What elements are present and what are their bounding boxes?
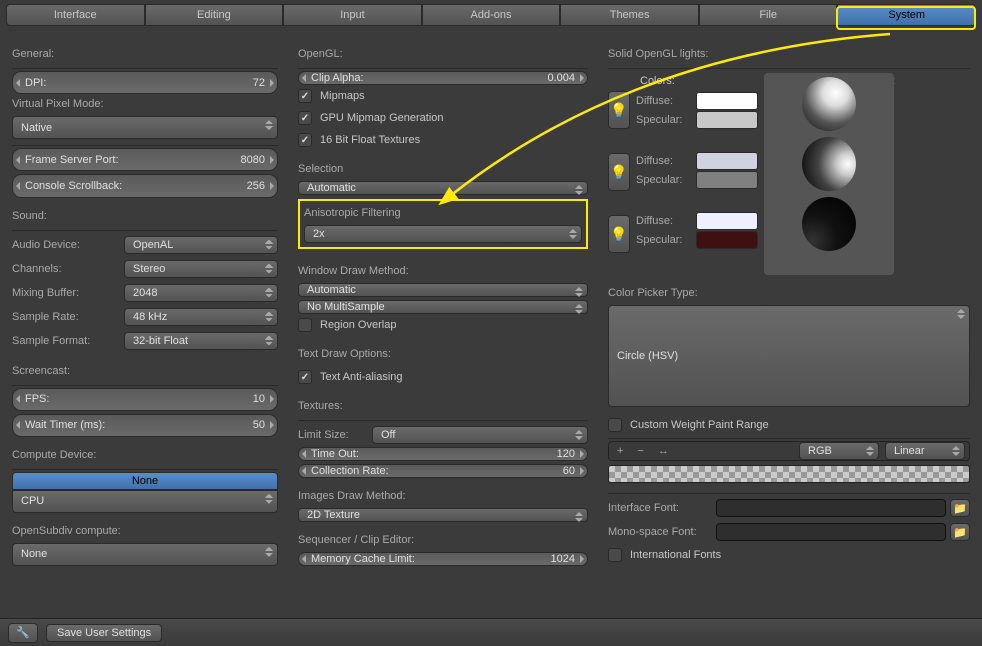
channels-dropdown[interactable]: Stereo xyxy=(124,260,278,278)
tab-input[interactable]: Input xyxy=(283,4,422,26)
direction-panel xyxy=(764,73,894,275)
tab-interface[interactable]: Interface xyxy=(6,4,145,26)
compute-none-button[interactable]: None xyxy=(12,472,278,490)
light3-specular-swatch[interactable] xyxy=(696,231,758,249)
tab-editing[interactable]: Editing xyxy=(145,4,284,26)
monospace-font-browse[interactable]: 📁 xyxy=(950,523,970,541)
international-fonts-checkbox[interactable] xyxy=(608,548,622,562)
opensubdiv-label: OpenSubdiv compute: xyxy=(12,523,278,539)
window-draw-method-dropdown[interactable]: Automatic xyxy=(298,283,588,297)
tab-file[interactable]: File xyxy=(699,4,838,26)
images-draw-method-dropdown[interactable]: 2D Texture xyxy=(298,508,588,522)
vpm-label: Virtual Pixel Mode: xyxy=(12,96,278,112)
gpu-mipmap-checkbox[interactable] xyxy=(298,111,312,125)
anisotropic-label: Anisotropic Filtering xyxy=(304,205,582,221)
text-aa-checkbox[interactable] xyxy=(298,370,312,384)
timeout-field[interactable]: Time Out:120 xyxy=(298,447,588,461)
color-picker-type-dropdown[interactable]: Circle (HSV) xyxy=(608,305,970,407)
light1-direction-sphere[interactable] xyxy=(802,77,856,131)
bulb-icon: 💡 xyxy=(610,164,627,181)
add-stop-icon[interactable]: + xyxy=(613,445,627,457)
flip-icon[interactable]: ↔ xyxy=(654,445,673,457)
limit-size-dropdown[interactable]: Off xyxy=(372,426,588,444)
images-draw-method-label: Images Draw Method: xyxy=(298,488,588,504)
interface-font-browse[interactable]: 📁 xyxy=(950,499,970,517)
bulb-icon: 💡 xyxy=(610,102,627,119)
textures-label: Textures: xyxy=(298,398,588,414)
selection-dropdown[interactable]: Automatic xyxy=(298,181,588,195)
clip-alpha-field[interactable]: Clip Alpha:0.004 xyxy=(298,71,588,85)
selection-label: Selection xyxy=(298,161,588,177)
float16-checkbox[interactable] xyxy=(298,133,312,147)
light-2-toggle[interactable]: 💡 xyxy=(608,153,630,191)
frame-server-port-field[interactable]: Frame Server Port:8080 xyxy=(12,148,278,171)
light3-diffuse-swatch[interactable] xyxy=(696,212,758,230)
color-mode-dropdown[interactable]: RGB xyxy=(799,442,879,460)
light2-direction-sphere[interactable] xyxy=(802,137,856,191)
general-label: General: xyxy=(12,46,278,62)
highlight-anisotropic: Anisotropic Filtering 2x xyxy=(298,199,588,249)
light-3-toggle[interactable]: 💡 xyxy=(608,215,630,253)
tab-addons[interactable]: Add-ons xyxy=(422,4,561,26)
light-1-toggle[interactable]: 💡 xyxy=(608,91,630,129)
wait-timer-field[interactable]: Wait Timer (ms):50 xyxy=(12,414,278,437)
solid-opengl-lights-label: Solid OpenGL lights: xyxy=(608,46,970,62)
tab-themes[interactable]: Themes xyxy=(560,4,699,26)
screencast-label: Screencast: xyxy=(12,363,278,379)
folder-icon: 📁 xyxy=(953,526,967,539)
interface-font-field[interactable] xyxy=(716,499,946,517)
text-draw-options-label: Text Draw Options: xyxy=(298,346,588,362)
audio-device-dropdown[interactable]: OpenAL xyxy=(124,236,278,254)
mipmaps-checkbox[interactable] xyxy=(298,89,312,103)
console-scrollback-field[interactable]: Console Scrollback:256 xyxy=(12,174,278,197)
bulb-icon: 💡 xyxy=(610,226,627,243)
compute-device-label: Compute Device: xyxy=(12,447,278,463)
color-picker-type-label: Color Picker Type: xyxy=(608,285,970,301)
opensubdiv-dropdown[interactable]: None xyxy=(12,543,278,566)
monospace-font-field[interactable] xyxy=(716,523,946,541)
gradient-toolbar[interactable]: + − ↔ RGB Linear xyxy=(608,441,970,461)
region-overlap-checkbox[interactable] xyxy=(298,318,312,332)
sample-format-dropdown[interactable]: 32-bit Float xyxy=(124,332,278,350)
tab-system[interactable]: System xyxy=(837,4,976,26)
fps-field[interactable]: FPS:10 xyxy=(12,388,278,411)
vpm-dropdown[interactable]: Native xyxy=(12,116,278,139)
interpolation-dropdown[interactable]: Linear xyxy=(885,442,965,460)
save-user-settings-button[interactable]: Save User Settings xyxy=(46,624,162,642)
custom-weight-paint-checkbox[interactable] xyxy=(608,418,622,432)
sequencer-label: Sequencer / Clip Editor: xyxy=(298,532,588,548)
light1-diffuse-swatch[interactable] xyxy=(696,92,758,110)
preferences-tabs: Interface Editing Input Add-ons Themes F… xyxy=(6,4,976,26)
dpi-field[interactable]: DPI:72 xyxy=(12,71,278,94)
light2-specular-swatch[interactable] xyxy=(696,171,758,189)
sound-label: Sound: xyxy=(12,208,278,224)
mixing-buffer-dropdown[interactable]: 2048 xyxy=(124,284,278,302)
editor-type-button[interactable]: 🔧 xyxy=(8,623,38,643)
wrench-icon: 🔧 xyxy=(16,626,30,639)
multisample-dropdown[interactable]: No MultiSample xyxy=(298,300,588,314)
sample-rate-dropdown[interactable]: 48 kHz xyxy=(124,308,278,326)
anisotropic-dropdown[interactable]: 2x xyxy=(304,225,582,243)
opengl-label: OpenGL: xyxy=(298,46,588,62)
light2-diffuse-swatch[interactable] xyxy=(696,152,758,170)
gradient-preview[interactable] xyxy=(608,465,970,483)
folder-icon: 📁 xyxy=(953,502,967,515)
light3-direction-sphere[interactable] xyxy=(802,197,856,251)
compute-cpu-dropdown[interactable]: CPU xyxy=(12,490,278,513)
collection-rate-field[interactable]: Collection Rate:60 xyxy=(298,464,588,478)
remove-stop-icon[interactable]: − xyxy=(633,445,647,457)
window-draw-method-label: Window Draw Method: xyxy=(298,263,588,279)
light1-specular-swatch[interactable] xyxy=(696,111,758,129)
memory-cache-field[interactable]: Memory Cache Limit:1024 xyxy=(298,552,588,566)
